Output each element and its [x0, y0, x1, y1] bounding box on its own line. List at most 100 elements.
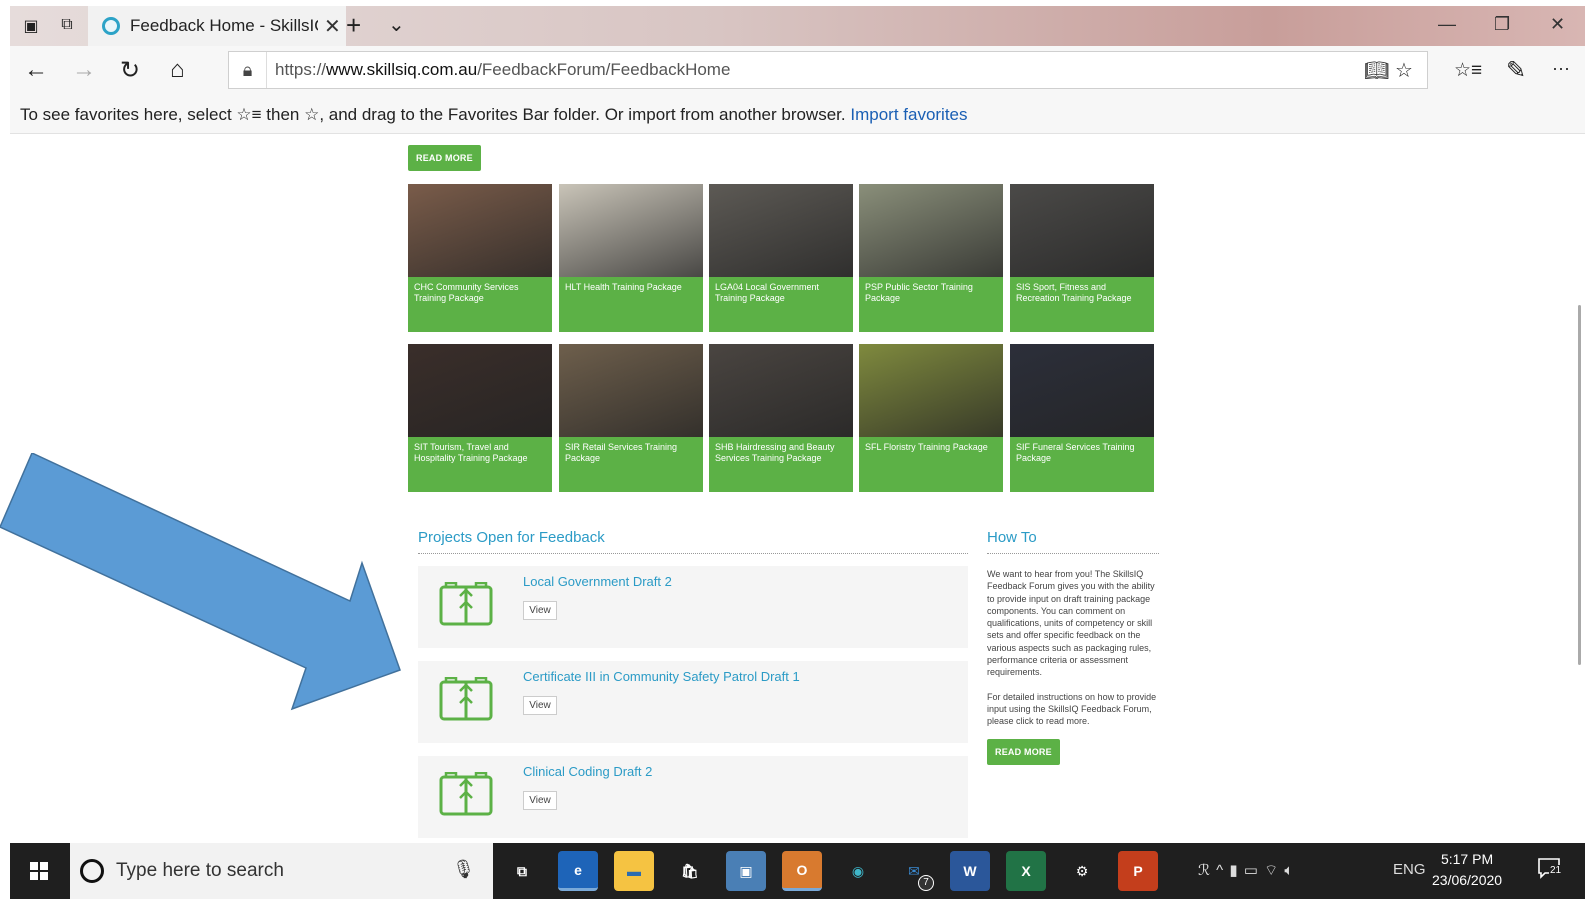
url-text[interactable]: https://www.skillsiq.com.au/FeedbackForu… [267, 60, 730, 80]
excel-icon[interactable]: X [1006, 851, 1046, 891]
plus-icon[interactable]: + [346, 10, 361, 41]
tile-label[interactable]: SHB Hairdressing and Beauty Services Tra… [709, 437, 853, 469]
photo-app-icon[interactable]: ▣ [726, 851, 766, 891]
close-window-icon[interactable]: ✕ [1550, 14, 1565, 35]
clock-time: 5:17 PM [1440, 851, 1494, 867]
tile-photo[interactable] [709, 344, 853, 437]
task-view-icon[interactable]: ⧉ [502, 851, 542, 891]
view-button[interactable]: View [523, 696, 557, 715]
more-icon[interactable]: ··· [1552, 58, 1570, 79]
powerpoint-icon[interactable]: P [1118, 851, 1158, 891]
read-more-button[interactable]: READ MORE [408, 145, 481, 171]
clock-date: 23/06/2020 [1432, 872, 1503, 888]
taskbar-search-box[interactable]: Type here to search 🎙︎ [70, 843, 493, 899]
import-favorites-link[interactable]: Import favorites [850, 105, 967, 124]
address-bar[interactable]: 🔒︎ https://www.skillsiq.com.au/FeedbackF… [228, 51, 1428, 89]
chrome-app-icon[interactable]: ◉ [838, 851, 878, 891]
training-package-tile[interactable]: SHB Hairdressing and Beauty Services Tra… [709, 344, 853, 492]
outlook-icon[interactable]: O [782, 851, 822, 891]
view-button[interactable]: View [523, 791, 557, 810]
cortana-icon[interactable] [80, 859, 104, 883]
tile-label[interactable]: HLT Health Training Package [559, 277, 703, 298]
taskbar-clock[interactable]: 5:17 PM 23/06/2020 [1432, 849, 1502, 891]
page-content: READ MORE CHC Community Services Trainin… [0, 135, 1585, 843]
tab-bar: ▣ ⧉ Feedback Home - SkillsIQ ✕ + ⌄ — ❐ ✕ [10, 6, 1585, 46]
tile-label[interactable]: SFL Floristry Training Package [859, 437, 1003, 458]
close-tab-icon[interactable]: ✕ [324, 14, 341, 39]
restore-icon[interactable]: ❐ [1494, 14, 1510, 35]
tile-photo[interactable] [408, 184, 552, 277]
training-package-tile[interactable]: PSP Public Sector Training Package [859, 184, 1003, 332]
search-placeholder[interactable]: Type here to search [116, 860, 284, 882]
minimize-icon[interactable]: — [1438, 14, 1456, 35]
arrow-shape [0, 453, 401, 711]
system-tray-icons[interactable]: ℛ ^ ▮ ▭ ⌔ 🔈︎ [1198, 861, 1426, 880]
training-package-tile[interactable]: SIT Tourism, Travel and Hospitality Trai… [408, 344, 552, 492]
book-icon [438, 676, 494, 723]
notification-count: 21 [1549, 865, 1563, 876]
tile-photo[interactable] [709, 184, 853, 277]
browser-tab[interactable]: Feedback Home - SkillsIQ ✕ [88, 6, 346, 46]
tile-label[interactable]: SIS Sport, Fitness and Recreation Traini… [1010, 277, 1154, 309]
store-icon[interactable]: 🛍︎ [670, 851, 710, 891]
view-button[interactable]: View [523, 601, 557, 620]
scrollbar-thumb[interactable] [1578, 305, 1581, 665]
reading-view-and-star-icons[interactable]: 📖︎ ☆ [1364, 58, 1413, 83]
refresh-icon[interactable]: ↻ [120, 56, 140, 85]
training-package-tile[interactable]: SIR Retail Services Training Package [559, 344, 703, 492]
tile-photo[interactable] [559, 184, 703, 277]
mail-badge: 7 [918, 875, 934, 891]
projects-divider [418, 553, 968, 554]
tile-photo[interactable] [408, 344, 552, 437]
tabs-aside-icon[interactable]: ▣ [20, 16, 42, 36]
settings-icon[interactable]: ⚙ [1062, 851, 1102, 891]
training-package-tile[interactable]: SIS Sport, Fitness and Recreation Traini… [1010, 184, 1154, 332]
tile-photo[interactable] [1010, 184, 1154, 277]
howto-paragraph-2: For detailed instructions on how to prov… [987, 691, 1157, 727]
show-tabs-icon[interactable]: ⧉ [56, 16, 78, 36]
project-title-link[interactable]: Certificate III in Community Safety Patr… [523, 669, 800, 684]
tile-photo[interactable] [559, 344, 703, 437]
project-title-link[interactable]: Clinical Coding Draft 2 [523, 764, 652, 779]
training-package-tile[interactable]: LGA04 Local Government Training Package [709, 184, 853, 332]
project-title-link[interactable]: Local Government Draft 2 [523, 574, 672, 589]
windows-start-icon[interactable] [10, 843, 68, 899]
page-scrollbar[interactable] [1567, 135, 1585, 843]
training-package-tile[interactable]: CHC Community Services Training Package [408, 184, 552, 332]
forward-arrow-icon[interactable]: → [72, 56, 96, 84]
tile-label[interactable]: PSP Public Sector Training Package [859, 277, 1003, 309]
project-card: Certificate III in Community Safety Patr… [418, 661, 968, 743]
back-arrow-icon[interactable]: ← [24, 56, 48, 84]
chevron-down-icon[interactable]: ⌄ [388, 12, 405, 37]
book-icon [438, 771, 494, 818]
file-explorer-icon[interactable]: ▬ [614, 851, 654, 891]
microphone-icon[interactable]: 🎙︎ [452, 859, 475, 880]
project-card: Local Government Draft 2 View [418, 566, 968, 648]
tile-label[interactable]: SIT Tourism, Travel and Hospitality Trai… [408, 437, 552, 469]
action-center-icon[interactable]: 21 [1537, 857, 1565, 883]
windows-taskbar: Type here to search 🎙︎ ⧉ e ▬ 🛍︎ ▣ O ◉ ✉ W X ⚙ P 7 ℛ … [10, 843, 1585, 899]
pen-icon[interactable]: ✎ [1506, 56, 1526, 85]
tile-label[interactable]: CHC Community Services Training Package [408, 277, 552, 309]
favorites-list-icon[interactable]: ☆≡ [1454, 59, 1482, 82]
tile-label[interactable]: SIR Retail Services Training Package [559, 437, 703, 469]
book-icon [438, 581, 494, 628]
howto-divider [987, 553, 1159, 554]
input-language[interactable]: ENG [1393, 861, 1426, 878]
training-package-tile[interactable]: SIF Funeral Services Training Package [1010, 344, 1154, 492]
tile-label[interactable]: SIF Funeral Services Training Package [1010, 437, 1154, 469]
edge-icon[interactable]: e [558, 851, 598, 891]
word-icon[interactable]: W [950, 851, 990, 891]
tile-label[interactable]: LGA04 Local Government Training Package [709, 277, 853, 309]
favorites-hint: To see favorites here, select ☆≡ then ☆,… [20, 105, 846, 124]
home-icon[interactable]: ⌂ [170, 56, 185, 84]
tile-photo[interactable] [859, 184, 1003, 277]
howto-text: We want to hear from you! The SkillsIQ F… [987, 568, 1159, 740]
training-package-tile[interactable]: SFL Floristry Training Package [859, 344, 1003, 492]
tab-title: Feedback Home - SkillsIQ [130, 16, 318, 35]
lock-icon[interactable]: 🔒︎ [229, 52, 267, 88]
howto-read-more-button[interactable]: READ MORE [987, 739, 1060, 765]
training-package-tile[interactable]: HLT Health Training Package [559, 184, 703, 332]
tile-photo[interactable] [1010, 344, 1154, 437]
tile-photo[interactable] [859, 344, 1003, 437]
